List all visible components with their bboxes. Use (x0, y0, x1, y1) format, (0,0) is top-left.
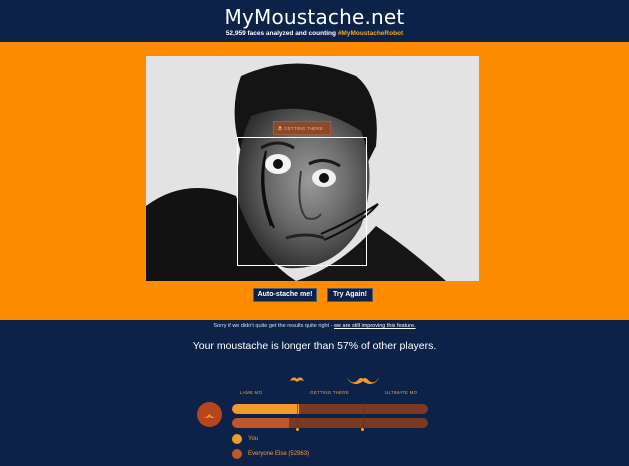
face-count-text: 52,959 faces analyzed and counting (225, 30, 336, 37)
rating-tag: GETTING THERE (273, 121, 331, 135)
site-header: MyMoustache.net 52,959 faces analyzed an… (0, 0, 629, 42)
legend-you: You (232, 434, 258, 444)
scale-tick (361, 428, 364, 431)
face-detection-box (237, 137, 367, 266)
moustache-avatar-icon (201, 414, 218, 418)
everyone-bar-track (232, 418, 428, 428)
you-bar-track (232, 404, 428, 414)
tagline: 52,959 faces analyzed and counting #MyMo… (0, 29, 629, 38)
scale-tick (296, 428, 299, 431)
hashtag-link[interactable]: #MyMoustacheRobot (338, 30, 403, 37)
legend-everyone: Everyone Else (52963) (232, 449, 309, 459)
everyone-bar-fill (232, 418, 289, 428)
legend-swatch-everyone (232, 449, 242, 459)
try-again-button[interactable]: Try Again! (327, 288, 373, 302)
site-title[interactable]: MyMoustache.net (0, 0, 629, 29)
accuracy-notice: Sorry if we didn't quite get the results… (0, 323, 629, 329)
mini-moustache-icon (277, 126, 283, 131)
you-bar-fill (232, 404, 299, 414)
rating-tag-label: GETTING THERE (284, 125, 324, 131)
auto-stache-button[interactable]: Auto-stache me! (253, 288, 317, 302)
scale-divider (363, 402, 364, 430)
legend-label-everyone: Everyone Else (52963) (248, 451, 310, 457)
notice-text: Sorry if we didn't quite get the results… (213, 323, 334, 329)
large-moustache-icon (347, 377, 379, 384)
result-text: Your moustache is longer than 57% of oth… (192, 340, 437, 352)
legend-swatch-you (232, 434, 242, 444)
medium-moustache-icon (290, 377, 304, 382)
notice-link[interactable]: we are still improving this feature. (334, 323, 416, 329)
scale-divider (297, 402, 298, 430)
scale-label-ultimate: ULTIMATE MO (385, 390, 418, 395)
scale-label-getting-there: GETTING THERE (310, 390, 350, 395)
scale-label-lame: LAME MO (240, 390, 263, 395)
legend-label-you: You (248, 436, 259, 442)
user-avatar (197, 402, 222, 427)
